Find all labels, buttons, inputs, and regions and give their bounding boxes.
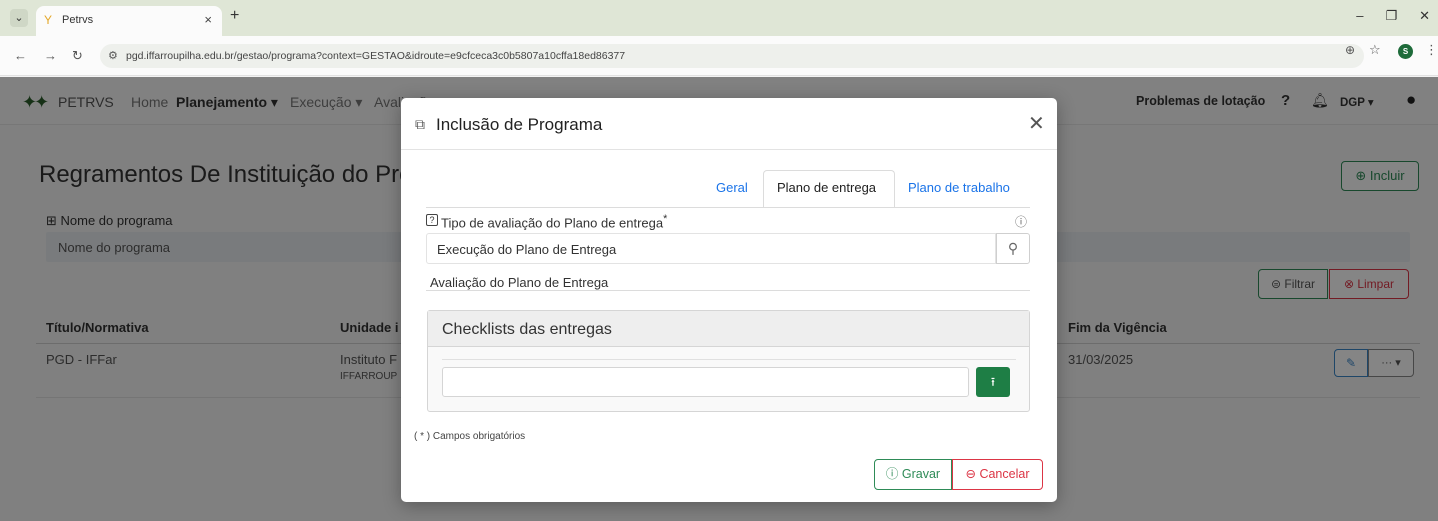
back-icon[interactable]: ← xyxy=(14,48,27,63)
avaliacao-plano-label: Avaliação do Plano de Entrega xyxy=(430,275,609,290)
checklist-input[interactable] xyxy=(442,367,969,397)
checklists-divider xyxy=(442,359,1016,360)
dialog-header: ⧉ Inclusão de Programa ✕ xyxy=(401,98,1057,150)
dialog-title: Inclusão de Programa xyxy=(436,115,603,134)
petrvs-favicon-icon: Y xyxy=(44,13,53,27)
cancelar-button[interactable]: ⊖ Cancelar xyxy=(952,459,1043,490)
tabs-divider xyxy=(426,207,1030,208)
info-icon[interactable]: ⓘ xyxy=(1015,213,1027,230)
avaliacao-divider xyxy=(426,290,1030,291)
zoom-icon[interactable]: ⊕ xyxy=(1345,43,1355,57)
tipo-avaliacao-label: Tipo de avaliação do Plano de entrega* xyxy=(441,213,668,231)
tipo-avaliacao-value: Execução do Plano de Entrega xyxy=(437,242,617,257)
forward-icon[interactable]: → xyxy=(44,48,57,63)
browser-menu-icon[interactable]: ⋮ xyxy=(1425,42,1438,58)
gravar-button[interactable]: ⓘ Gravar xyxy=(874,459,952,490)
reload-icon[interactable]: ↻ xyxy=(72,48,83,64)
upload-icon: ⭱ xyxy=(990,375,996,389)
restore-icon[interactable]: ❐ xyxy=(1385,8,1397,24)
tab-search-button[interactable]: ⌄ xyxy=(10,9,28,27)
url-field[interactable]: ⚙ pgd.iffarroupilha.edu.br/gestao/progra… xyxy=(100,44,1364,68)
tab-plano-de-entrega[interactable]: Plano de entrega xyxy=(777,180,876,195)
required-asterisk: * xyxy=(663,213,668,225)
tab-title: Petrvs xyxy=(62,14,94,26)
checklists-title: Checklists das entregas xyxy=(442,321,612,338)
browser-tab-strip: ⌄ Y Petrvs × + – ❐ ✕ xyxy=(0,0,1438,36)
new-tab-icon[interactable]: + xyxy=(230,7,239,25)
tab-plano-de-trabalho[interactable]: Plano de trabalho xyxy=(908,180,1010,195)
close-icon[interactable]: ✕ xyxy=(1028,111,1045,136)
checklists-card-header: Checklists das entregas xyxy=(428,311,1029,347)
profile-avatar[interactable]: S xyxy=(1398,44,1413,59)
address-bar: ← → ↻ ⚙ pgd.iffarroupilha.edu.br/gestao/… xyxy=(0,36,1438,76)
search-icon: ⚲ xyxy=(1007,240,1019,256)
question-icon: ? xyxy=(426,214,438,226)
site-info-icon[interactable]: ⚙ xyxy=(108,49,118,62)
window-close-icon[interactable]: ✕ xyxy=(1419,8,1430,24)
tab-close-icon[interactable]: × xyxy=(204,12,212,27)
minimize-icon[interactable]: – xyxy=(1356,8,1363,24)
checklists-card: Checklists das entregas ⭱ xyxy=(427,310,1030,412)
required-fields-note: ( * ) Campos obrigatórios xyxy=(414,431,526,442)
tipo-avaliacao-input[interactable]: Execução do Plano de Entrega xyxy=(426,233,996,264)
inclusao-programa-dialog: ⧉ Inclusão de Programa ✕ Geral Plano de … xyxy=(401,98,1057,502)
external-link-icon: ⧉ xyxy=(415,116,425,132)
search-button[interactable]: ⚲ xyxy=(996,233,1030,264)
browser-tab[interactable]: Y Petrvs × xyxy=(36,6,222,36)
window-controls: – ❐ ✕ xyxy=(1356,8,1430,24)
bookmark-star-icon[interactable]: ☆ xyxy=(1369,42,1381,58)
add-checklist-button[interactable]: ⭱ xyxy=(976,367,1010,397)
tab-geral[interactable]: Geral xyxy=(716,180,748,195)
url-text: pgd.iffarroupilha.edu.br/gestao/programa… xyxy=(126,50,626,62)
